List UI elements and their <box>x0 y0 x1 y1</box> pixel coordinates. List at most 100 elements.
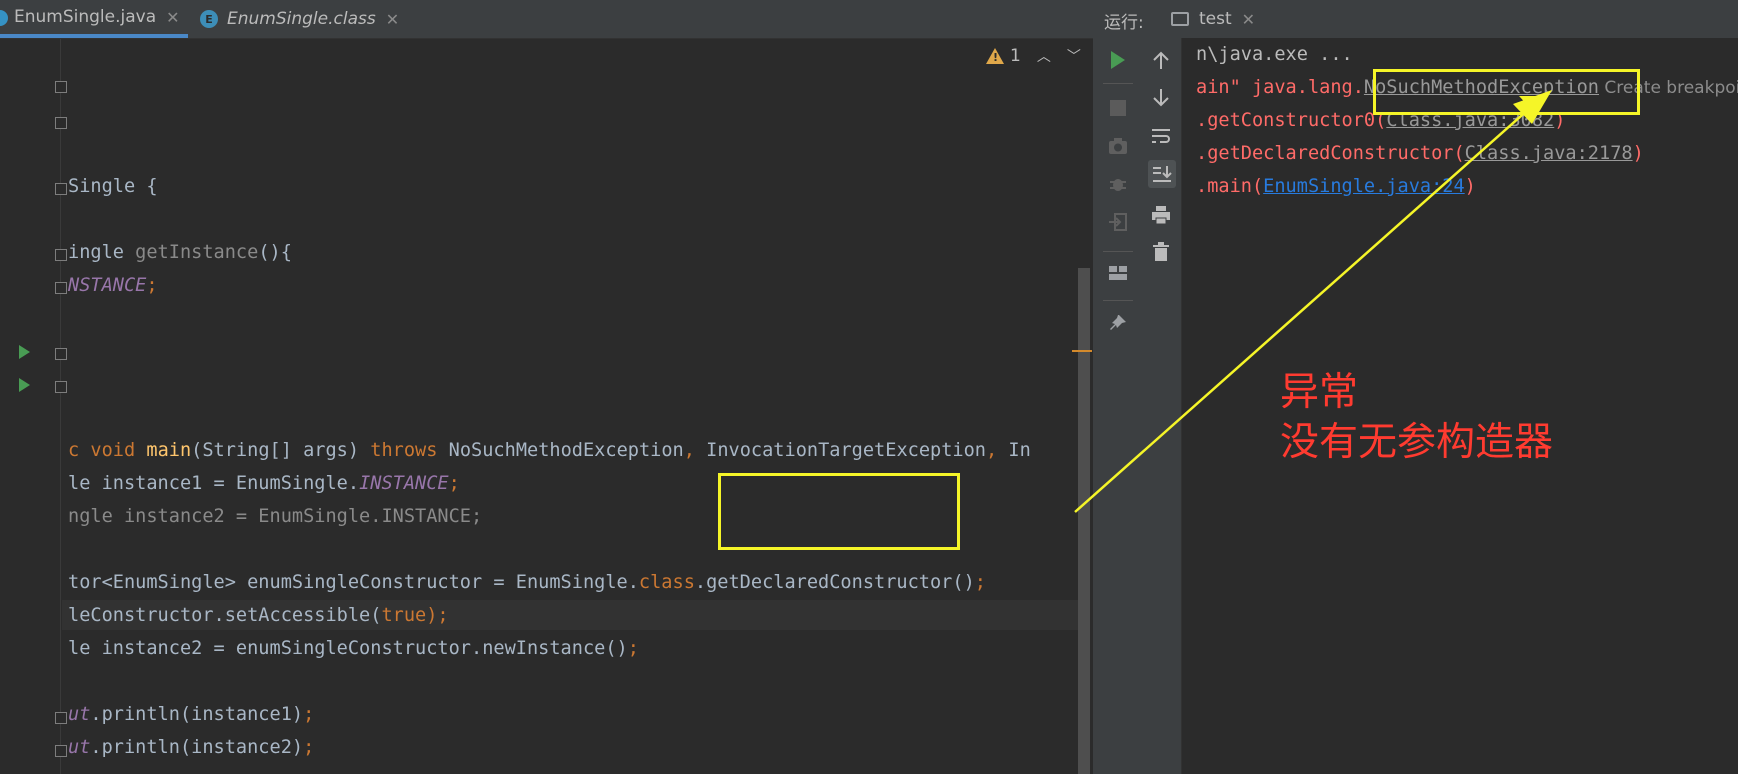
fold-marker-icon[interactable] <box>55 712 67 724</box>
console-text: .main( <box>1196 176 1264 197</box>
code-token: class <box>638 572 695 593</box>
code-token: throws <box>370 440 449 461</box>
chevron-down-icon[interactable]: ﹀ <box>1067 46 1081 66</box>
run-tab-test[interactable]: test ✕ <box>1171 0 1255 38</box>
code-token: void <box>90 440 147 461</box>
scroll-to-end-button[interactable] <box>1148 160 1176 188</box>
separator <box>1103 251 1133 252</box>
code-token: le instance1 = EnumSingle. <box>68 473 360 494</box>
code-token: ; <box>974 572 986 593</box>
play-icon <box>1111 51 1125 69</box>
code-line: ngle instance2 = EnumSingle.INSTANCE; <box>68 502 482 532</box>
soft-wrap-button[interactable] <box>1148 123 1174 149</box>
code-line: NSTANCE; <box>68 271 158 301</box>
code-line: ut.println(instance2); <box>68 733 314 763</box>
code-line: ingle getInstance(){ <box>68 238 292 268</box>
restore-layout-button[interactable] <box>1105 209 1131 235</box>
soft-wrap-icon <box>1152 129 1170 143</box>
fold-marker-icon[interactable] <box>55 183 67 195</box>
dump-threads-button[interactable] <box>1105 133 1131 159</box>
fold-marker-icon[interactable] <box>55 745 67 757</box>
code-line: ut.println(instance1); <box>68 700 314 730</box>
code-line: leConstructor.setAccessible(true); <box>68 601 449 631</box>
run-toolbar-secondary <box>1141 38 1182 774</box>
tab-enumsingle-java[interactable]: EnumSingle.java ✕ <box>0 0 188 38</box>
debug-settings-button[interactable] <box>1105 171 1131 197</box>
fold-marker-icon[interactable] <box>55 348 67 360</box>
close-icon[interactable]: ✕ <box>166 8 179 27</box>
print-button[interactable] <box>1148 202 1174 228</box>
java-file-icon <box>0 10 8 26</box>
annotation-line-exception: 异常 <box>1280 370 1359 415</box>
console-tab-icon <box>1171 12 1189 26</box>
console-link[interactable]: EnumSingle.java:24 <box>1263 176 1465 197</box>
code-token: ; <box>303 737 315 758</box>
code-token: .getDeclaredConstructor() <box>694 572 975 593</box>
code-token: InvocationTargetException <box>706 440 987 461</box>
console-link[interactable]: Class.java:2178 <box>1465 143 1633 164</box>
code-token: c <box>68 440 91 461</box>
warning-icon <box>986 48 1004 64</box>
scroll-up-button[interactable] <box>1148 47 1174 73</box>
code-line: le instance1 = EnumSingle.INSTANCE; <box>68 469 460 499</box>
pin-tab-button[interactable] <box>1105 310 1131 336</box>
rerun-button[interactable] <box>1105 47 1131 73</box>
code-token: tor<EnumSingle> enumSingleConstructor = … <box>68 572 639 593</box>
scroll-to-end-icon <box>1153 166 1172 182</box>
annotation-line-no-constructor: 没有无参构造器 <box>1280 420 1554 465</box>
code-token: INSTANCE <box>359 473 449 494</box>
close-icon[interactable]: ✕ <box>386 10 399 29</box>
inspection-widget[interactable]: 1 ︿ ﹀ <box>986 46 1081 66</box>
code-token: ; <box>303 704 315 725</box>
enum-class-icon: E <box>200 10 218 28</box>
stop-button[interactable] <box>1105 95 1131 121</box>
fold-marker-icon[interactable] <box>55 81 67 93</box>
run-class-icon[interactable] <box>19 345 30 359</box>
clear-all-button[interactable] <box>1148 239 1174 265</box>
code-token: ; <box>146 275 158 296</box>
gutter-divider <box>60 39 61 774</box>
scroll-down-button[interactable] <box>1148 85 1174 111</box>
fold-marker-icon[interactable] <box>55 249 67 261</box>
login-icon <box>1109 213 1127 231</box>
trash-icon <box>1153 242 1169 261</box>
code-token: .println(instance2) <box>90 737 304 758</box>
layout-button[interactable] <box>1105 260 1131 286</box>
run-panel-header: 运行: test ✕ <box>1096 0 1738 38</box>
highlight-box-exception <box>1373 69 1640 115</box>
console-text: n\java.exe ... <box>1196 44 1353 65</box>
layout-icon <box>1109 266 1127 280</box>
editor-scrollbar[interactable] <box>1078 268 1090 774</box>
scrollbar-warning-mark[interactable] <box>1072 350 1092 352</box>
bug-gear-icon <box>1110 179 1126 191</box>
run-toolbar-primary <box>1096 38 1141 774</box>
code-line: Single { <box>68 172 158 202</box>
code-token: ut <box>68 737 91 758</box>
console-text: ) <box>1464 176 1476 197</box>
editor-tab-bar: EnumSingle.java ✕ E EnumSingle.class ✕ <box>0 0 1093 39</box>
run-main-icon[interactable] <box>19 378 30 392</box>
code-token: le instance2 = enumSingleConstructor.new… <box>68 638 628 659</box>
close-icon[interactable]: ✕ <box>1242 10 1255 29</box>
fold-marker-icon[interactable] <box>55 381 67 393</box>
chevron-up-icon[interactable]: ︿ <box>1037 46 1051 66</box>
tab-enumsingle-class[interactable]: E EnumSingle.class ✕ <box>190 0 410 38</box>
tab-label: EnumSingle.java <box>14 7 157 27</box>
fold-marker-icon[interactable] <box>55 117 67 129</box>
console-line: n\java.exe ... <box>1196 40 1353 70</box>
arrow-up-icon <box>1153 51 1169 69</box>
run-panel-title: 运行: <box>1104 13 1144 33</box>
console-line: .getDeclaredConstructor(Class.java:2178) <box>1196 139 1644 169</box>
separator <box>1103 300 1133 301</box>
run-tab-label: test <box>1199 9 1232 29</box>
stop-icon <box>1110 100 1126 116</box>
code-token: , <box>683 440 707 461</box>
code-token: ngle instance2 = EnumSingle.INSTANCE; <box>68 506 483 527</box>
code-token: (String[] args) <box>191 440 371 461</box>
fold-marker-icon[interactable] <box>55 282 67 294</box>
arrow-down-icon <box>1153 89 1169 107</box>
tab-label: EnumSingle.class <box>227 9 376 29</box>
code-line: le instance2 = enumSingleConstructor.new… <box>68 634 639 664</box>
code-token: main <box>146 440 192 461</box>
code-token: getInstance <box>135 242 259 263</box>
